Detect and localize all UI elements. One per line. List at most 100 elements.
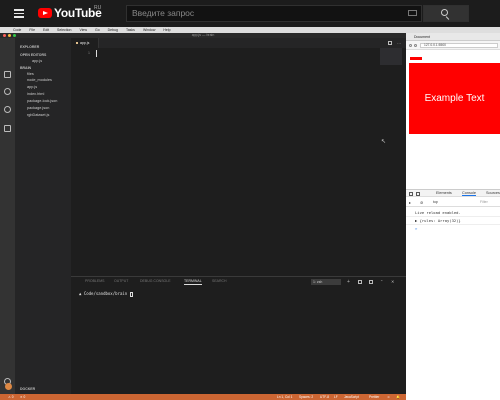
file-item[interactable]: app.js [27,85,37,89]
terminal-cursor [129,291,133,297]
feedback-smiley-icon[interactable]: ☺ [387,394,390,400]
explorer-title: EXPLORER [20,45,40,49]
menu-edit[interactable]: Edit [43,28,49,32]
menu-tasks[interactable]: Tasks [126,28,135,32]
activity-bar [0,38,15,394]
menu-window[interactable]: Window [143,28,155,32]
youtube-logo-icon[interactable] [38,8,52,18]
mouse-pointer-icon: ↖ [381,139,387,145]
example-red-box: Example Text [409,63,500,134]
browser-tab-title: Document [414,35,430,39]
menu-debug[interactable]: Debug [108,28,118,32]
menu-go[interactable]: Go [95,28,100,32]
more-actions-icon[interactable]: ··· [397,42,401,46]
bug-icon[interactable] [5,383,12,390]
docker-header[interactable]: DOCKER [20,387,35,391]
clear-console-icon[interactable]: ⊘ [420,200,423,205]
notifications-bell-icon[interactable]: 🔔 [396,394,400,400]
source-control-icon[interactable] [4,88,11,95]
terminal-prompt[interactable]: ▲ Code/sandbox/brain [79,291,133,297]
tab-debug-console[interactable]: DEBUG CONSOLE [140,279,171,283]
menu-code[interactable]: Code [13,28,21,32]
hamburger-menu-icon[interactable] [14,9,24,18]
close-window-icon[interactable] [3,34,6,37]
status-prettier[interactable]: Prettier [369,394,379,400]
menu-view[interactable]: View [79,28,87,32]
inspect-icon[interactable] [409,192,413,196]
devtools-tabbar: Elements Console Sources [406,189,500,197]
window-controls [3,34,16,37]
minimize-window-icon[interactable] [8,34,11,37]
youtube-region: RU [94,5,102,11]
tab-search[interactable]: SEARCH [212,279,227,283]
split-editor-icon[interactable] [388,41,392,45]
js-file-icon [76,42,78,44]
editor-gutter [71,48,97,273]
debug-icon[interactable] [4,106,11,113]
tab-app-js[interactable]: app.js [71,38,99,48]
reload-icon[interactable] [414,44,417,47]
explorer-icon[interactable] [4,71,11,78]
browser-tab[interactable]: Document [406,33,500,41]
maximize-window-icon[interactable] [13,34,16,37]
tab-sources[interactable]: Sources [486,191,500,195]
add-terminal-icon[interactable]: + [347,280,351,285]
console-toolbar: ▸ ⊘ top Filter [406,198,500,207]
file-item[interactable]: index.html [27,92,44,96]
status-bar: ⚠ 0 ✕ 0 Ln 1, Col 1 Spaces: 2 UTF-8 LF J… [0,394,406,400]
minimap[interactable] [380,48,402,65]
search-icon [441,9,448,16]
project-header[interactable]: BRAIN [20,66,31,70]
menu-selection[interactable]: Selection [57,28,71,32]
file-item[interactable]: rgbDataset.js [27,113,49,117]
status-encoding[interactable]: UTF-8 [320,394,329,400]
console-sidebar-icon[interactable]: ▸ [409,200,411,205]
terminal-select[interactable]: 1: zsh [311,279,341,285]
status-errors[interactable]: ✕ 0 [20,394,25,400]
tab-console[interactable]: Console [462,191,476,196]
tab-label: app.js [80,41,90,45]
open-editor-item[interactable]: app.js [32,59,42,63]
menu-file[interactable]: File [29,28,35,32]
trash-icon[interactable] [369,280,373,284]
back-icon[interactable] [409,44,412,47]
file-item[interactable]: files [27,72,34,76]
filter-input[interactable]: Filter [480,200,488,204]
extensions-icon[interactable] [4,125,11,132]
keyboard-icon[interactable] [408,10,417,16]
console-line: Live reload enabled. [415,210,461,215]
editor-tab-bar [71,38,406,48]
text-cursor [96,50,97,57]
console-line[interactable]: ▶ {rules: Array(32)} [415,218,461,223]
youtube-search-input[interactable]: Введите запрос [126,5,422,22]
address-text: 127.0.0.1:5500 [424,43,446,47]
file-item[interactable]: package.json [27,106,49,110]
status-eol[interactable]: LF [334,394,338,400]
explorer-sidebar: EXPLORER OPEN EDITORS app.js BRAIN files… [15,38,71,394]
status-cursor-position[interactable]: Ln 1, Col 1 [277,394,292,400]
tab-terminal[interactable]: TERMINAL [184,279,202,285]
console-separator [406,216,500,217]
address-bar-area: 127.0.0.1:5500 [406,41,500,50]
status-indentation[interactable]: Spaces: 2 [299,394,313,400]
file-item[interactable]: package-lock.json [27,99,57,103]
panel-tabs: PROBLEMS OUTPUT DEBUG CONSOLE TERMINAL S… [71,278,406,286]
context-select[interactable]: top [433,200,438,204]
status-warnings[interactable]: ⚠ 0 [8,394,14,400]
tab-problems[interactable]: PROBLEMS [85,279,104,283]
console-input[interactable]: > [415,226,417,231]
split-terminal-icon[interactable] [358,280,362,284]
file-item[interactable]: node_modules [27,78,52,82]
menu-help[interactable]: Help [163,28,170,32]
status-language[interactable]: JavaScript [344,394,359,400]
tab-output[interactable]: OUTPUT [114,279,128,283]
line-number: 1 [88,51,90,55]
search-placeholder: Введите запрос [132,8,195,18]
code-editor[interactable] [71,48,406,273]
device-toolbar-icon[interactable] [416,192,420,196]
close-panel-icon[interactable]: ✕ [391,280,395,284]
tab-elements[interactable]: Elements [436,191,452,195]
maximize-panel-icon[interactable]: ⌃ [380,280,384,284]
open-editors-header[interactable]: OPEN EDITORS [20,53,46,57]
youtube-search-button[interactable] [423,5,469,22]
